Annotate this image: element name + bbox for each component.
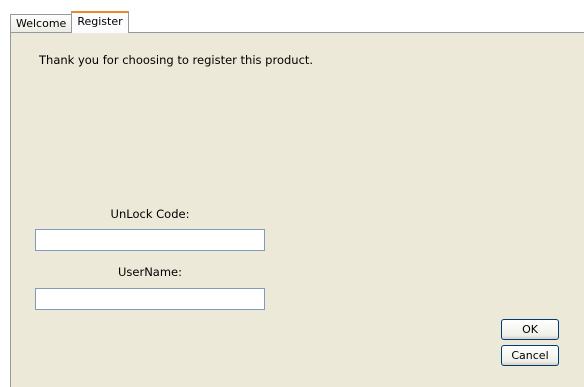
tab-welcome[interactable]: Welcome [10, 14, 73, 33]
tab-strip: Welcome Register [10, 11, 129, 33]
register-tab-page: Thank you for choosing to register this … [10, 32, 584, 387]
ok-button[interactable]: OK [501, 319, 559, 340]
register-dialog: Welcome Register Thank you for choosing … [0, 0, 584, 387]
intro-text: Thank you for choosing to register this … [39, 53, 314, 67]
username-label: UserName: [117, 265, 182, 279]
username-input[interactable] [35, 288, 265, 310]
tab-register[interactable]: Register [71, 11, 129, 33]
unlock-code-label: UnLock Code: [110, 207, 190, 221]
cancel-button[interactable]: Cancel [501, 345, 559, 366]
unlock-code-input[interactable] [35, 229, 265, 251]
